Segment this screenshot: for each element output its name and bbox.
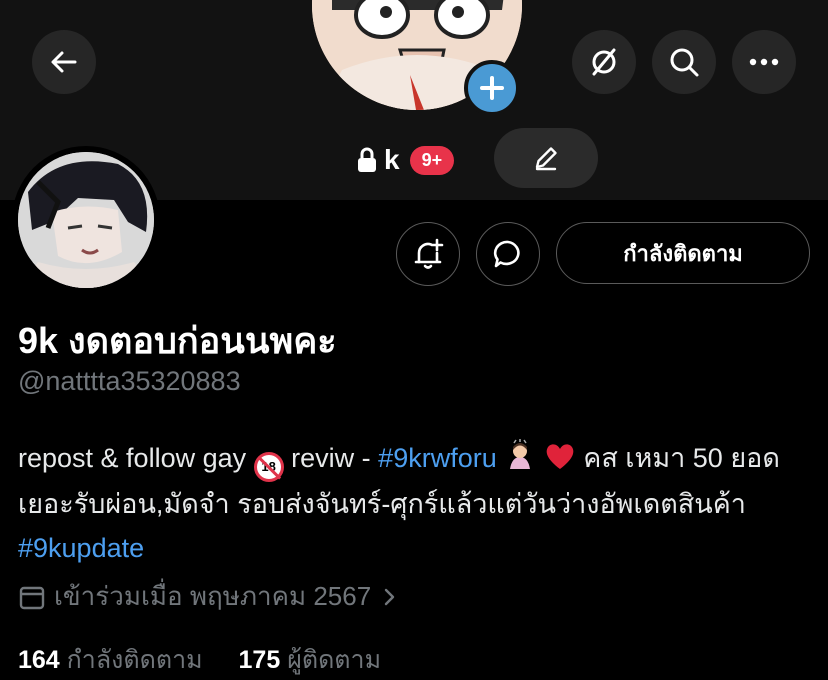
search-button[interactable] bbox=[652, 30, 716, 94]
hashtag-link[interactable]: #9kupdate bbox=[18, 533, 144, 563]
following-label: กำลังติดตาม bbox=[66, 646, 203, 674]
display-name: 9k งดตอบก่อนนพคะ bbox=[18, 320, 337, 361]
following-button[interactable]: กำลังติดตาม bbox=[556, 222, 810, 284]
bio-text: repost & follow gay bbox=[18, 443, 247, 473]
chevron-right-icon bbox=[384, 588, 395, 605]
grok-button[interactable] bbox=[572, 30, 636, 94]
account-switcher[interactable]: k 9+ bbox=[356, 142, 455, 178]
profile-bio: repost & follow gay 18 reviw - #9krwforu… bbox=[18, 436, 818, 570]
chat-bubble-icon bbox=[493, 240, 520, 268]
hashtag-link[interactable]: #9krwforu bbox=[378, 443, 497, 473]
add-account-button[interactable] bbox=[464, 60, 520, 116]
back-arrow-icon bbox=[51, 51, 77, 73]
follow-stats: 164 กำลังติดตาม 175 ผู้ติดตาม bbox=[18, 640, 381, 680]
bell-plus-icon bbox=[414, 238, 444, 269]
back-button[interactable] bbox=[32, 30, 96, 94]
profile-avatar[interactable] bbox=[12, 146, 160, 294]
following-stat[interactable]: 164 กำลังติดตาม bbox=[18, 646, 210, 674]
more-button[interactable] bbox=[732, 30, 796, 94]
notify-button[interactable] bbox=[396, 222, 460, 286]
user-handle: @natttta35320883 bbox=[18, 366, 241, 396]
more-dots-icon bbox=[749, 58, 779, 66]
red-heart-emoji-icon bbox=[546, 444, 574, 469]
plus-icon bbox=[480, 76, 504, 100]
account-short-name: k bbox=[384, 144, 400, 175]
followers-stat[interactable]: 175 ผู้ติดตาม bbox=[239, 646, 382, 674]
bio-text: reviw - bbox=[291, 443, 371, 473]
profile-avatar-image bbox=[18, 152, 154, 288]
message-button[interactable] bbox=[476, 222, 540, 286]
lock-icon bbox=[358, 147, 376, 172]
joined-date[interactable]: เข้าร่วมเมื่อ พฤษภาคม 2567 bbox=[18, 576, 407, 617]
search-icon bbox=[670, 48, 699, 77]
circle-slash-icon bbox=[592, 48, 616, 76]
followers-count: 175 bbox=[238, 646, 281, 674]
joined-date-text: เข้าร่วมเมื่อ พฤษภาคม 2567 bbox=[54, 581, 372, 611]
following-count: 164 bbox=[18, 646, 60, 674]
followers-label: ผู้ติดตาม bbox=[287, 646, 382, 674]
pencil-icon bbox=[535, 147, 557, 171]
calendar-icon bbox=[19, 586, 45, 609]
edit-profile-button[interactable] bbox=[494, 128, 598, 188]
notification-badge: 9+ bbox=[409, 145, 455, 175]
no-under-18-icon: 18 bbox=[253, 452, 284, 482]
person-bowing-emoji-icon bbox=[510, 439, 531, 469]
